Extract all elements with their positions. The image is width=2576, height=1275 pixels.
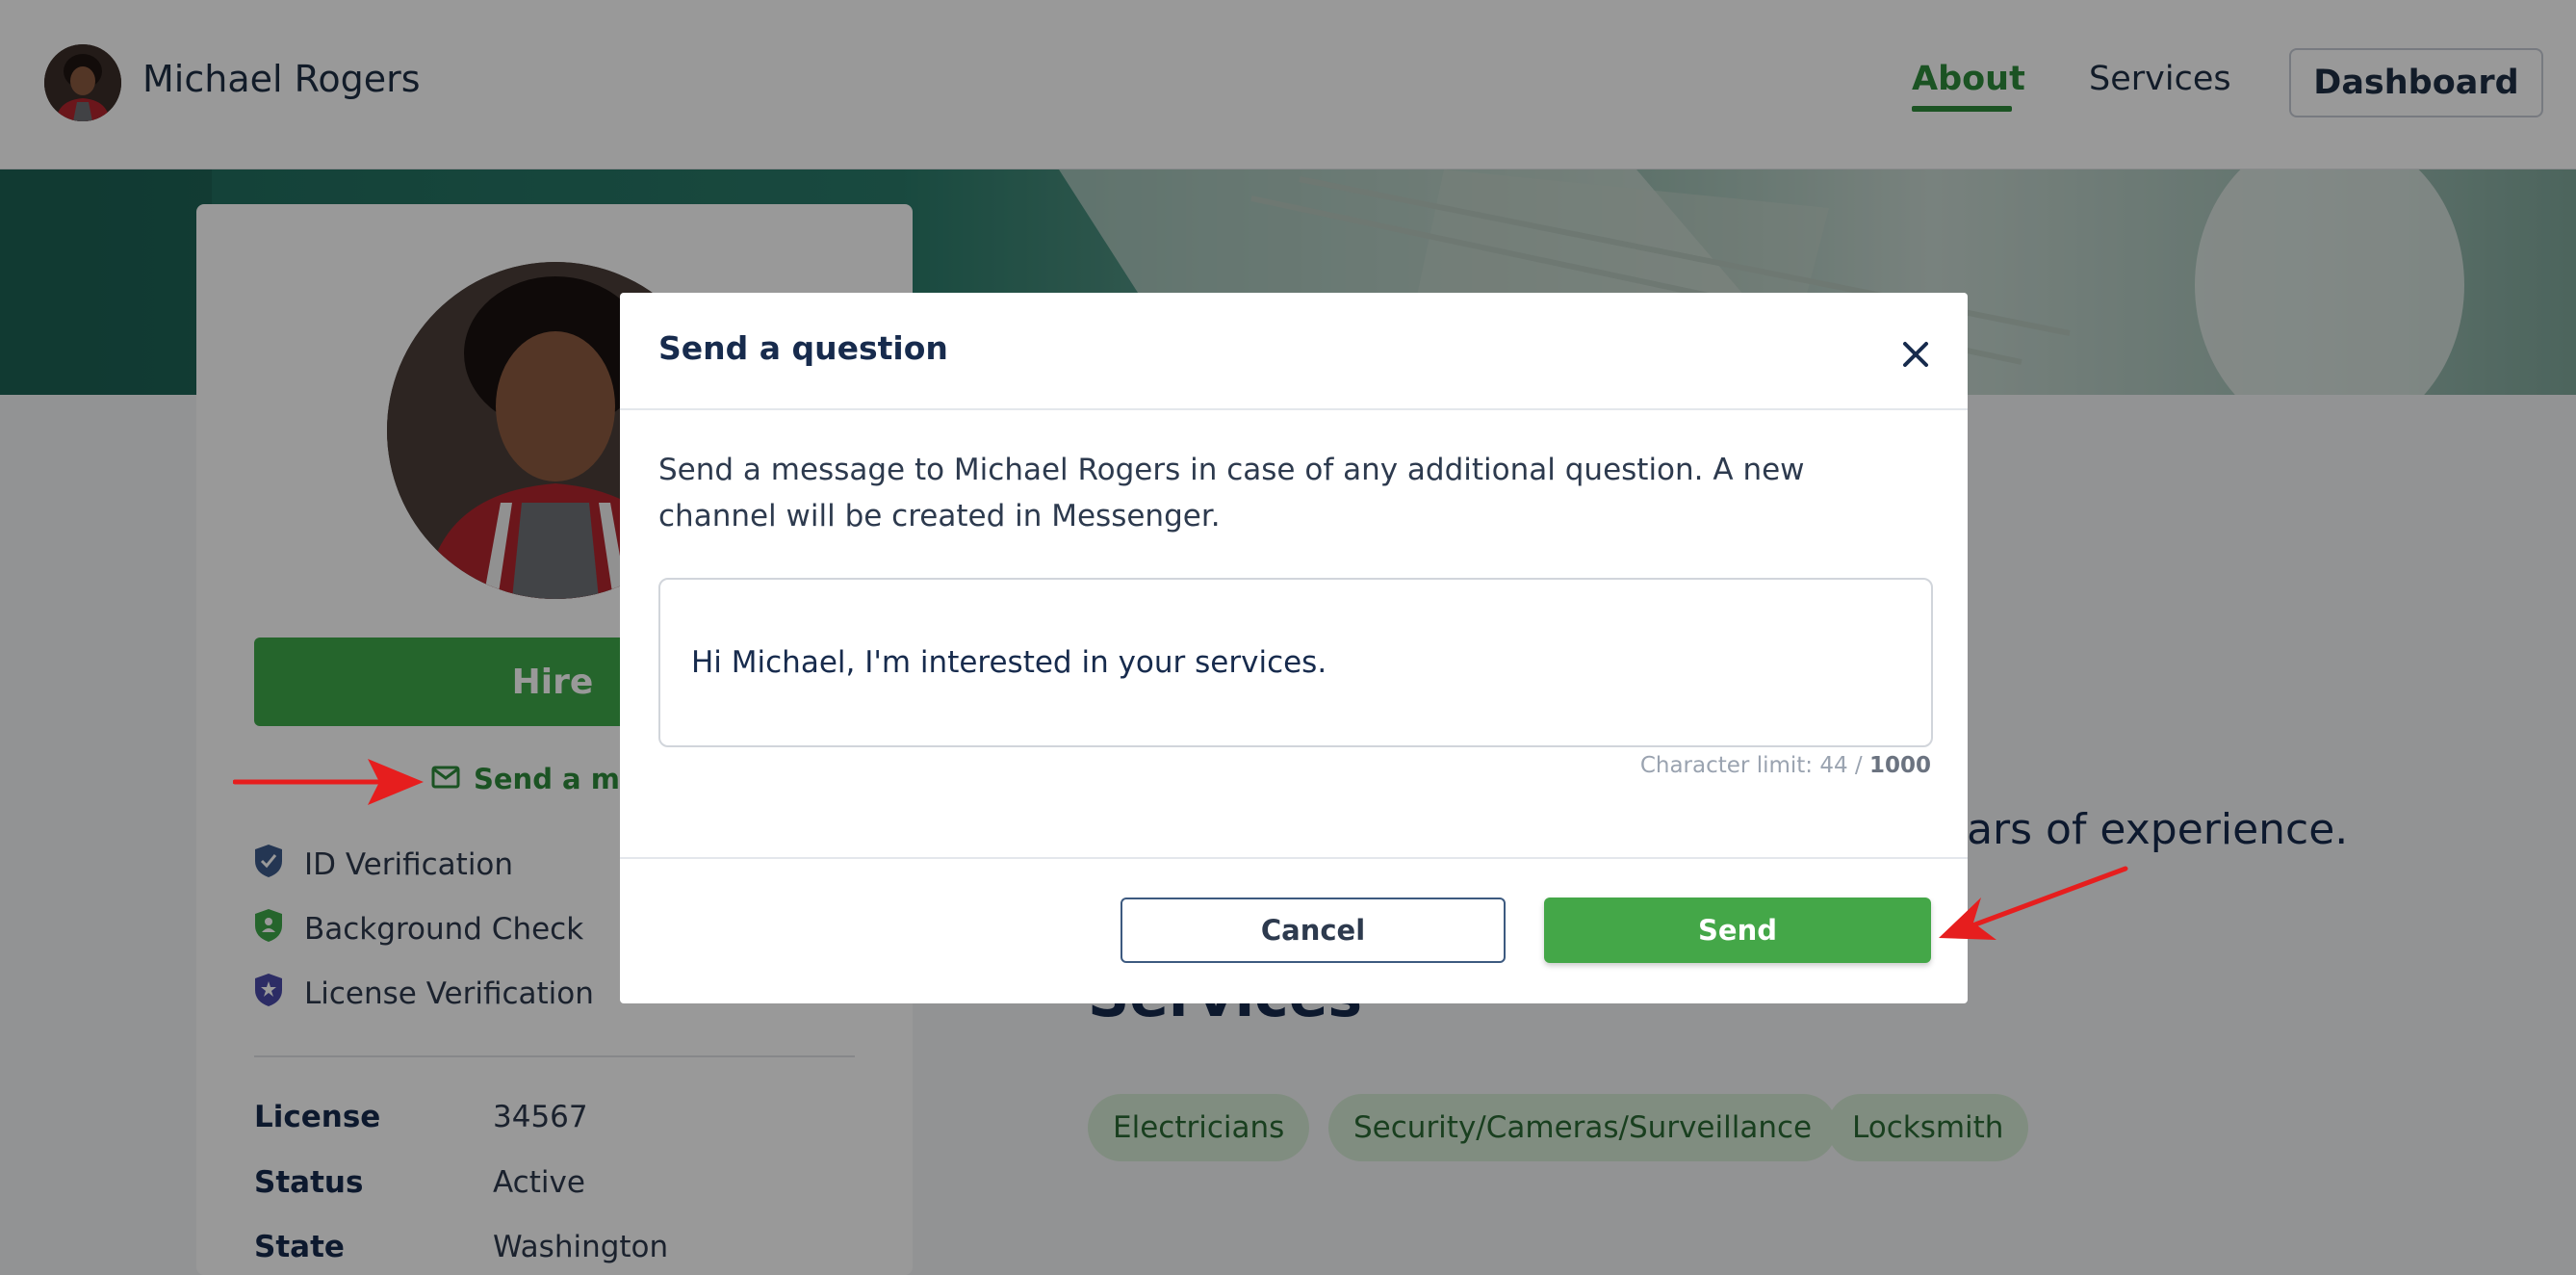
cancel-button[interactable]: Cancel bbox=[1121, 898, 1506, 963]
modal-divider bbox=[620, 857, 1968, 859]
modal-title: Send a question bbox=[658, 329, 948, 367]
modal-description: Send a message to Michael Rogers in case… bbox=[658, 453, 1805, 533]
character-limit: Character limit: 44 / 1000 bbox=[1640, 753, 1931, 778]
send-question-modal: Send a question Send a message to Michae… bbox=[620, 293, 1968, 1003]
char-limit-max: 1000 bbox=[1868, 753, 1931, 778]
annotation-arrow-icon bbox=[232, 755, 425, 813]
message-input[interactable]: Hi Michael, I'm interested in your servi… bbox=[658, 578, 1933, 747]
modal-divider bbox=[620, 408, 1968, 410]
annotation-arrow-icon bbox=[1937, 863, 2129, 950]
message-text: Hi Michael, I'm interested in your servi… bbox=[691, 645, 1327, 680]
send-button[interactable]: Send bbox=[1544, 898, 1931, 963]
char-limit-text: Character limit: 44 / bbox=[1639, 753, 1869, 778]
close-icon[interactable] bbox=[1894, 333, 1937, 376]
